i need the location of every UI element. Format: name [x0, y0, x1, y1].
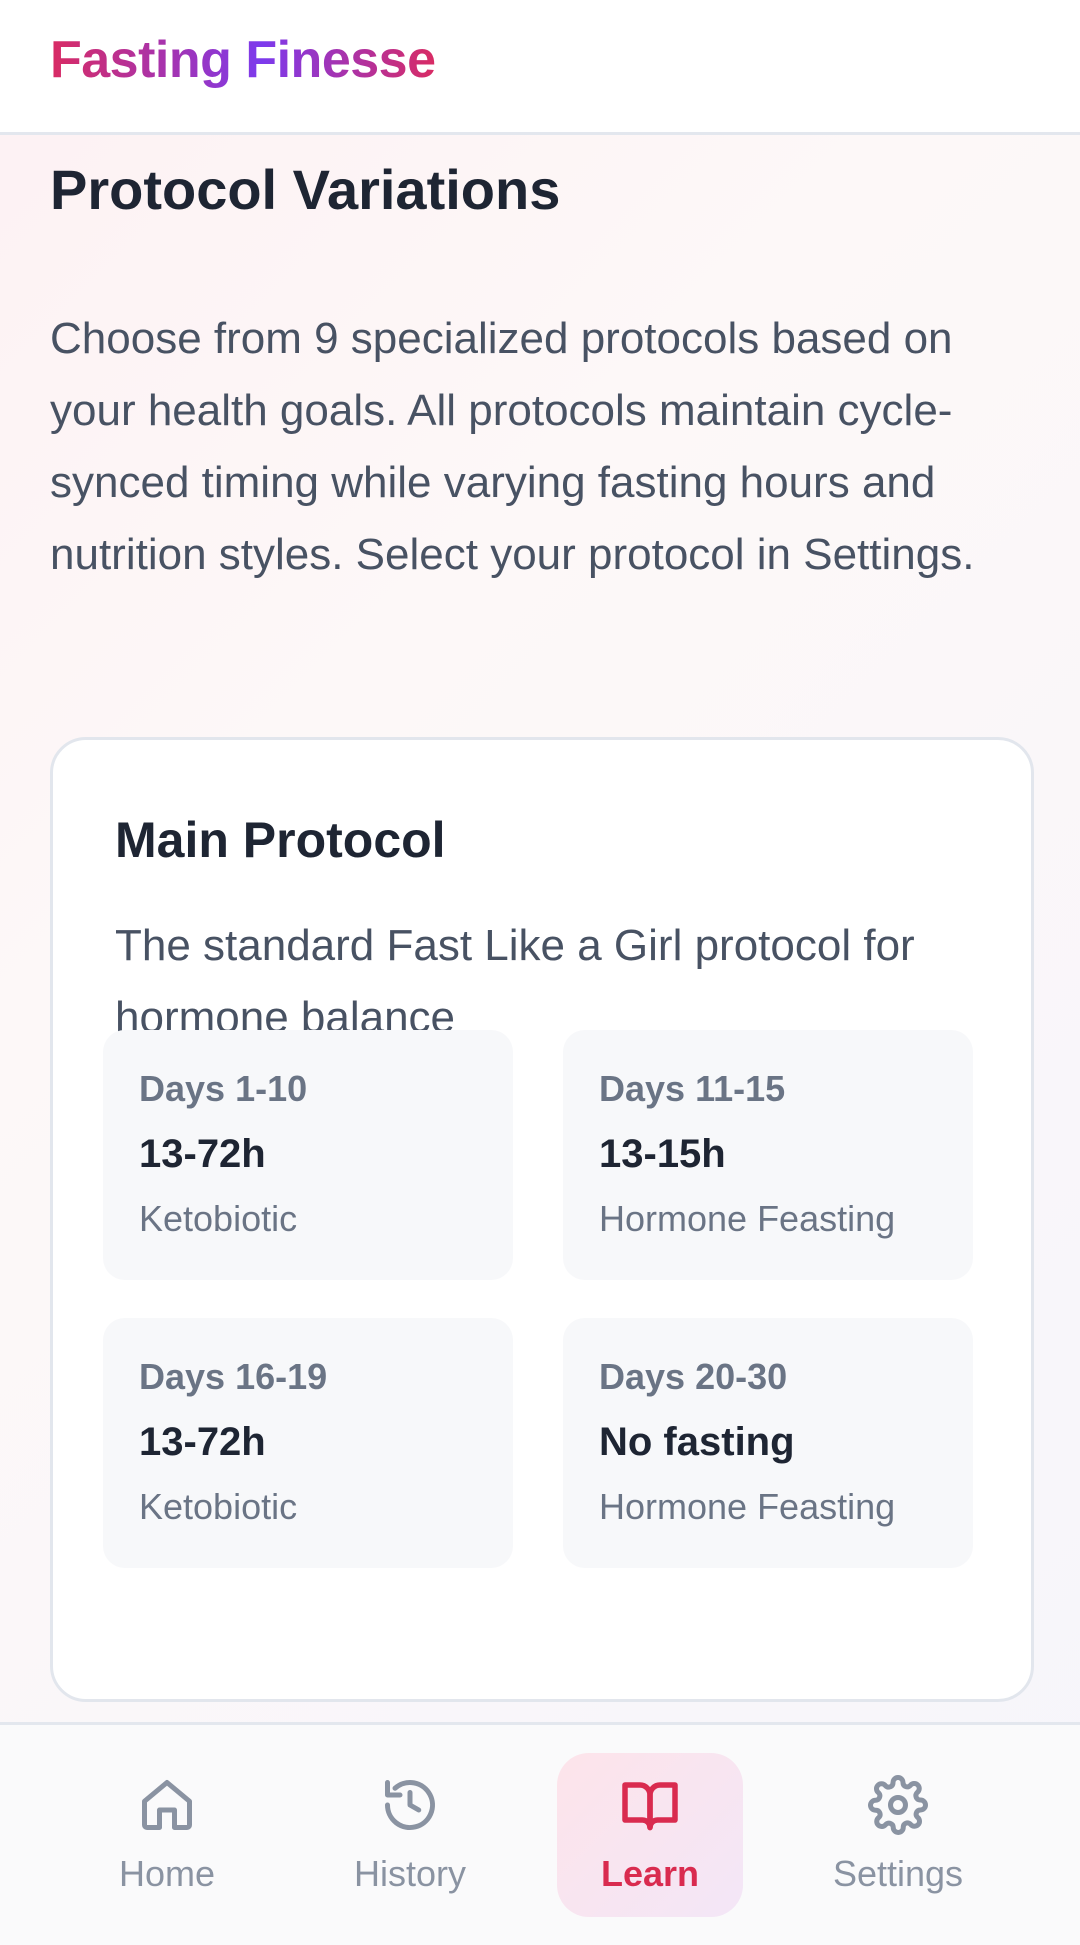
- phase-fasting-hours: 13-72h: [139, 1420, 266, 1464]
- home-icon: [142, 1780, 192, 1830]
- nav-item-home[interactable]: Home: [74, 1753, 260, 1917]
- history-icon: [385, 1780, 435, 1831]
- nav-label-home: Home: [118, 1853, 216, 1894]
- phase-days: Days 16-19: [139, 1356, 328, 1397]
- app-title: Fasting Finesse: [50, 31, 436, 89]
- bottom-nav: Home History Learn Settings: [0, 1722, 1080, 1945]
- protocol-card-main: Main Protocol The standard Fast Like a G…: [50, 737, 1034, 1702]
- phase-fasting-hours: 13-72h: [139, 1132, 266, 1176]
- phase-fasting-hours: No fasting: [599, 1420, 795, 1464]
- phase-tile-4: Days 20-30 No fasting Hormone Feasting: [563, 1318, 973, 1568]
- section-title: Protocol Variations: [50, 158, 561, 221]
- nav-item-history[interactable]: History: [317, 1753, 503, 1917]
- nav-item-learn[interactable]: Learn: [557, 1753, 743, 1917]
- phase-type: Ketobiotic: [139, 1486, 298, 1527]
- app-header: Fasting Finesse: [0, 0, 1080, 135]
- phase-type: Hormone Feasting: [599, 1198, 896, 1239]
- app-screen: Fasting Finesse Protocol Variations Choo…: [0, 0, 1080, 1945]
- gear-icon: [868, 1775, 928, 1835]
- phase-tile-2: Days 11-15 13-15h Hormone Feasting: [563, 1030, 973, 1280]
- nav-label-learn: Learn: [600, 1853, 700, 1894]
- phase-tile-1: Days 1-10 13-72h Ketobiotic: [103, 1030, 513, 1280]
- nav-label-history: History: [353, 1853, 466, 1894]
- phase-days: Days 20-30: [599, 1356, 788, 1397]
- phase-fasting-hours: 13-15h: [599, 1132, 726, 1176]
- nav-label-settings: Settings: [832, 1853, 964, 1894]
- phase-type: Ketobiotic: [139, 1198, 298, 1239]
- protocol-card-title: Main Protocol: [115, 812, 446, 868]
- book-open-icon: [622, 1782, 678, 1831]
- section-description: Choose from 9 specialized protocols base…: [50, 314, 975, 579]
- phase-days: Days 1-10: [139, 1068, 308, 1109]
- phase-tile-3: Days 16-19 13-72h Ketobiotic: [103, 1318, 513, 1568]
- phase-type: Hormone Feasting: [599, 1486, 896, 1527]
- phase-days: Days 11-15: [599, 1068, 786, 1109]
- nav-item-settings[interactable]: Settings: [805, 1753, 991, 1917]
